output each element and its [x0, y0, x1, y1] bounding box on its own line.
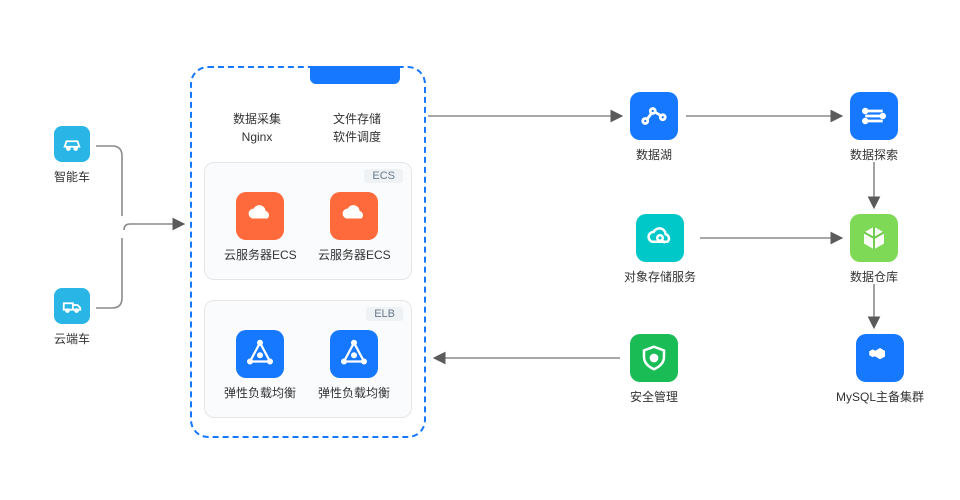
ecs-label-1: 云服务器ECS: [224, 246, 297, 263]
storage-label: 对象存储服务: [624, 268, 696, 285]
elb-badge: ELB: [366, 307, 403, 321]
elb-node-1: 弹性负载均衡: [224, 330, 296, 401]
cloud-server-icon: [236, 192, 284, 240]
ecs-node-1: 云服务器ECS: [224, 192, 297, 263]
header1: 数据采集Nginx: [222, 110, 292, 146]
elb-label-2: 弹性负载均衡: [318, 384, 390, 401]
node-truck: 云端车: [54, 288, 90, 347]
shield-gear-icon: [630, 334, 678, 382]
lines-icon: [850, 92, 898, 140]
header2: 文件存储软件调度: [322, 110, 392, 146]
elb-label-1: 弹性负载均衡: [224, 384, 296, 401]
security-label: 安全管理: [630, 388, 678, 405]
node-compute: 数据仓库: [850, 214, 898, 285]
node-storage: 对象存储服务: [624, 214, 696, 285]
node-datalake: 数据湖: [630, 92, 678, 163]
center-tab: [310, 66, 400, 84]
cluster-icon: [856, 334, 904, 382]
node-db: MySQL主备集群: [836, 334, 924, 405]
ecs-badge: ECS: [364, 169, 403, 183]
truck-icon: [54, 288, 90, 324]
node-security: 安全管理: [630, 334, 678, 405]
datasearch-label: 数据探索: [850, 146, 898, 163]
db-label: MySQL主备集群: [836, 388, 924, 405]
cube-icon: [850, 214, 898, 262]
truck-label: 云端车: [54, 330, 90, 347]
load-balancer-icon: [330, 330, 378, 378]
elb-node-2: 弹性负载均衡: [318, 330, 390, 401]
car-label: 智能车: [54, 168, 90, 185]
ecs-label-2: 云服务器ECS: [318, 246, 391, 263]
load-balancer-icon: [236, 330, 284, 378]
cloud-server-icon: [330, 192, 378, 240]
cloud-search-icon: [636, 214, 684, 262]
datalake-label: 数据湖: [636, 146, 672, 163]
ecs-node-2: 云服务器ECS: [318, 192, 391, 263]
connectors: [0, 0, 960, 500]
car-icon: [54, 126, 90, 162]
compute-label: 数据仓库: [850, 268, 898, 285]
node-datasearch: 数据探索: [850, 92, 898, 163]
node-car: 智能车: [54, 126, 90, 185]
analytics-icon: [630, 92, 678, 140]
